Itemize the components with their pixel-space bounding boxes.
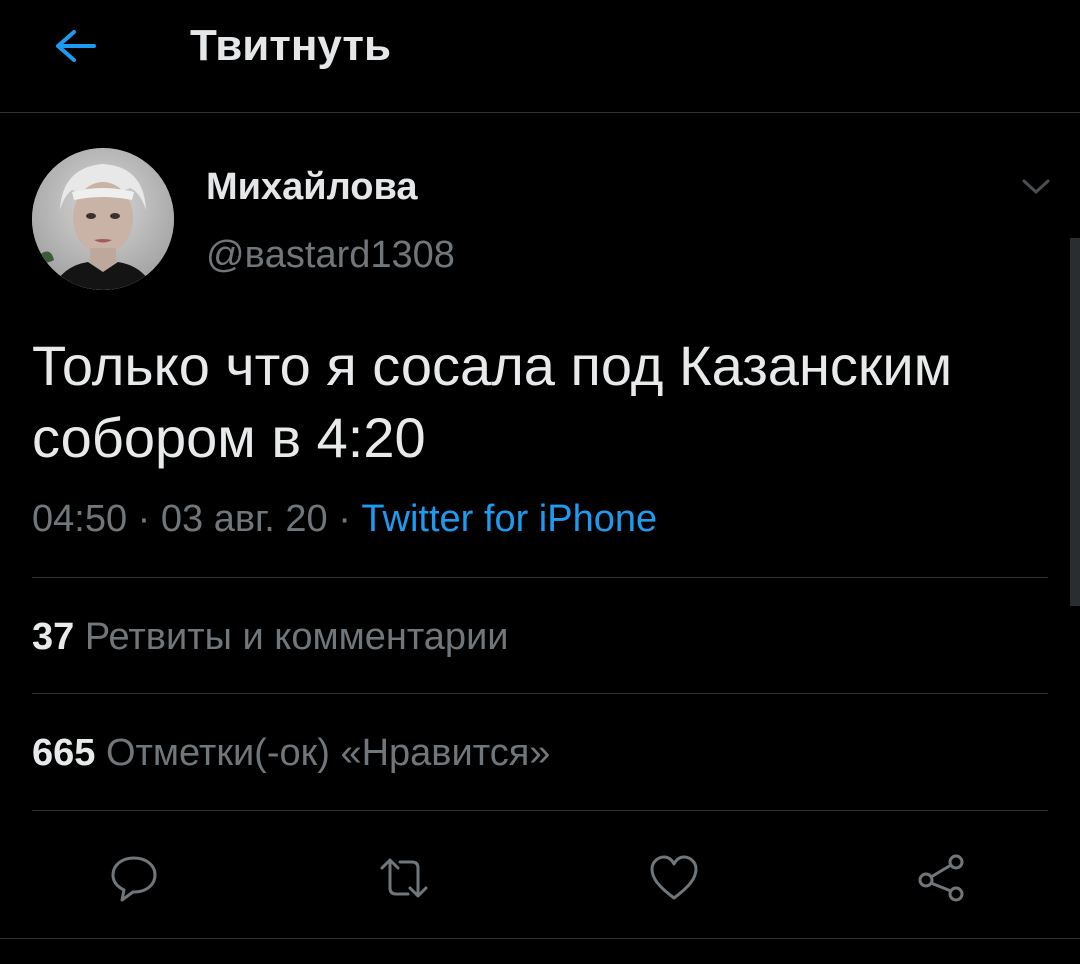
scrollbar[interactable] [1070, 238, 1080, 606]
avatar[interactable] [32, 148, 174, 290]
retweet-button[interactable] [376, 850, 432, 906]
retweets-label: Ретвиты и комментарии [84, 616, 509, 658]
more-options-button[interactable] [1016, 170, 1056, 204]
back-button[interactable] [48, 18, 104, 74]
reply-icon [111, 856, 157, 902]
author-name[interactable]: Михайлова [206, 164, 418, 210]
tweet-source-link[interactable]: Twitter for iPhone [361, 498, 657, 540]
avatar-photo [32, 148, 174, 290]
likes-divider [32, 810, 1048, 811]
actions-divider [0, 938, 1080, 939]
tweet-date: 03 авг. 20 [160, 498, 328, 540]
reply-button[interactable] [106, 850, 162, 906]
meta-separator: · [338, 498, 362, 540]
header-divider [0, 112, 1080, 113]
top-bar: Твитнуть [0, 0, 1080, 112]
retweets-count: 37 [32, 616, 75, 658]
tweet-meta: 04:50 · 03 авг. 20 · Twitter for iPhone [32, 494, 657, 544]
like-button[interactable] [646, 850, 702, 906]
stats-divider [32, 693, 1048, 694]
likes-label: Отметки(-ок) «Нравится» [105, 732, 551, 774]
tweet-time: 04:50 [32, 498, 128, 540]
retweets-stat[interactable]: 37 Ретвиты и комментарии [32, 612, 509, 662]
tweet-screen: Твитнуть Михайлова @вastard1308 Только ч… [0, 0, 1080, 964]
arrow-left-icon [56, 30, 96, 62]
chevron-down-icon [1022, 179, 1050, 194]
like-icon [650, 855, 698, 900]
page-title: Твитнуть [190, 21, 392, 70]
likes-count: 665 [32, 732, 96, 774]
share-icon [918, 854, 964, 902]
likes-stat[interactable]: 665 Отметки(-ок) «Нравится» [32, 728, 550, 778]
retweet-icon [380, 858, 428, 898]
meta-separator: · [137, 498, 161, 540]
share-button[interactable] [914, 850, 970, 906]
author-handle[interactable]: @вastard1308 [206, 232, 455, 278]
tweet-text: Только что я сосала под Казанским соборо… [32, 334, 953, 469]
meta-divider [32, 577, 1048, 578]
